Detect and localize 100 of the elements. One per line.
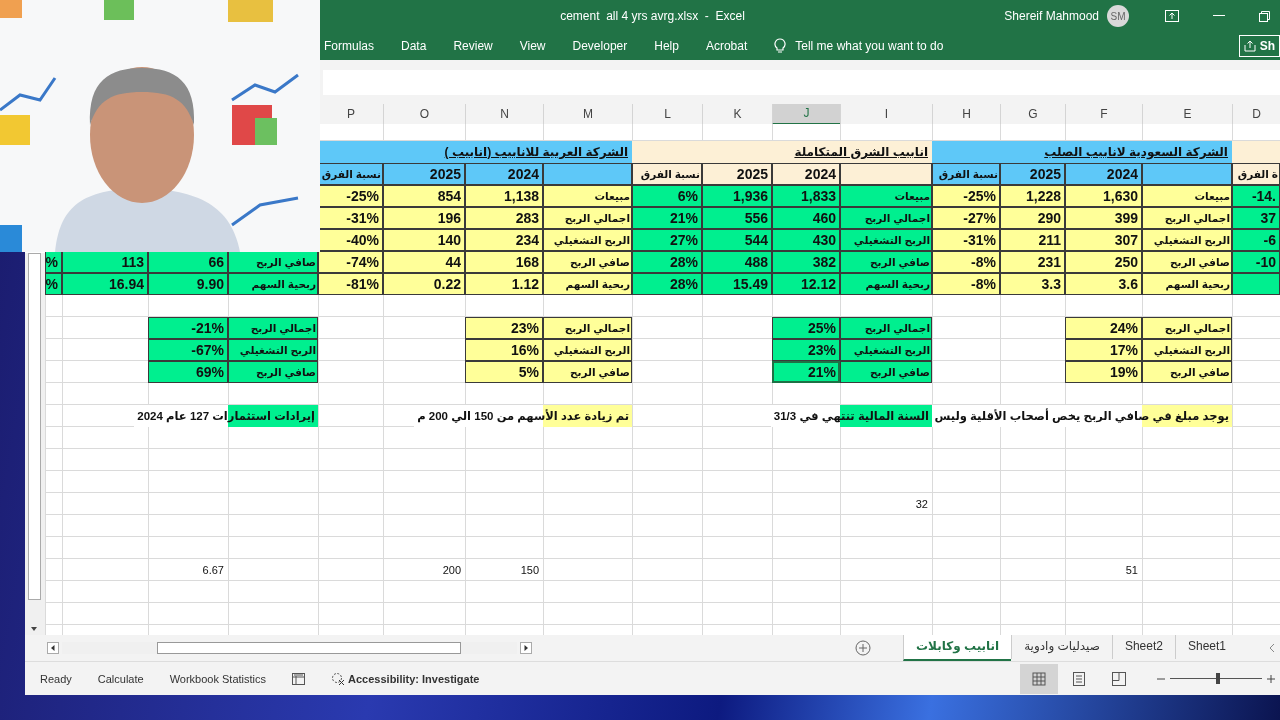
scroll-right-icon[interactable] bbox=[520, 642, 532, 655]
table-cell: 250 bbox=[1065, 250, 1142, 273]
table-cell-text: 32 bbox=[914, 496, 929, 512]
table-cell: 231 bbox=[1000, 250, 1065, 273]
ribbon-tab[interactable]: Data bbox=[401, 39, 427, 54]
user-avatar[interactable]: SM bbox=[1107, 5, 1129, 28]
workbook-statistics-button[interactable]: Workbook Statistics bbox=[169, 672, 267, 685]
minimize-icon[interactable] bbox=[1213, 15, 1225, 18]
add-sheet-icon[interactable] bbox=[855, 640, 871, 657]
table-cell: 44 bbox=[383, 250, 465, 273]
table-cell: مبيعات bbox=[840, 184, 932, 207]
table-cell: ربحية السهم bbox=[1142, 272, 1232, 295]
page-layout-icon[interactable] bbox=[1072, 671, 1086, 686]
ribbon-tab[interactable]: Acrobat bbox=[705, 39, 748, 54]
table-cell: صافي الربح bbox=[543, 250, 632, 273]
table-cell: -81% bbox=[318, 272, 383, 295]
table-cell: 17% bbox=[1065, 338, 1142, 361]
table-cell: نسبة الفرق bbox=[932, 162, 1000, 185]
table-cell: 2025 bbox=[702, 162, 772, 185]
table-cell: -27% bbox=[932, 206, 1000, 229]
table-cell: اجمالي الربح bbox=[1142, 316, 1232, 339]
sheet-stats-icon[interactable] bbox=[292, 672, 306, 685]
tab-scroll-icon[interactable] bbox=[1268, 643, 1276, 654]
search-field[interactable]: Tell me what you want to do bbox=[795, 39, 996, 54]
table-cell: 2024 bbox=[465, 162, 543, 185]
vertical-scrollbar[interactable] bbox=[25, 252, 45, 636]
accessibility-status[interactable]: Accessibility: Investigate bbox=[348, 672, 480, 685]
ribbon-tab[interactable]: Developer bbox=[572, 39, 628, 54]
normal-view-icon[interactable] bbox=[1020, 663, 1058, 694]
scroll-thumb[interactable] bbox=[28, 252, 41, 600]
table-cell: 15.49 bbox=[702, 272, 772, 295]
sheet-tab[interactable]: انابيب وكابلات bbox=[903, 635, 1012, 662]
note-text: تم زيادة عدد الأسهم من 150 الي 200 م bbox=[414, 404, 632, 427]
ribbon-display-icon[interactable] bbox=[1165, 10, 1179, 23]
sheet-tab[interactable]: Sheet1 bbox=[1174, 635, 1238, 660]
scroll-left-icon[interactable] bbox=[47, 642, 59, 655]
table-cell: -21% bbox=[148, 316, 228, 339]
ribbon-tab[interactable]: View bbox=[519, 39, 546, 54]
lightbulb-icon[interactable] bbox=[774, 38, 787, 55]
slider-thumb[interactable] bbox=[1215, 673, 1220, 685]
table-cell: -8% bbox=[932, 272, 1000, 295]
table-cell: 1,936 bbox=[702, 184, 772, 207]
table-title: الشركة السعودية لانابيب الصلب bbox=[932, 140, 1232, 163]
ribbon-tab[interactable]: Review bbox=[453, 39, 493, 54]
table-cell: 168 bbox=[465, 250, 543, 273]
table-cell: صافي الربح bbox=[840, 250, 932, 273]
table-cell: -8% bbox=[932, 250, 1000, 273]
page-break-icon[interactable] bbox=[1112, 671, 1126, 686]
table-cell: 21% bbox=[632, 206, 702, 229]
table-cell: 3.6 bbox=[1065, 272, 1142, 295]
table-cell: 307 bbox=[1065, 228, 1142, 251]
note-text: يوجد مبلغ في صافي الربح يخص أصحاب الأقلية وليس bbox=[931, 404, 1232, 427]
table-cell: 1,630 bbox=[1065, 184, 1142, 207]
table-cell: نسبة الفرق bbox=[632, 162, 702, 185]
table-cell: الربح التشغيلي bbox=[228, 338, 318, 361]
user-name[interactable]: Shereif Mahmood bbox=[1004, 9, 1099, 24]
table-cell: 69% bbox=[148, 360, 228, 383]
column-header[interactable]: J bbox=[772, 103, 840, 125]
table-cell: 234 bbox=[465, 228, 543, 251]
zoom-in-icon[interactable] bbox=[1267, 674, 1275, 683]
table-cell: 24% bbox=[1065, 316, 1142, 339]
table-cell: صافي الربح bbox=[228, 360, 318, 383]
table-cell: -6 bbox=[1232, 228, 1280, 251]
table-cell: صافي الربح bbox=[1142, 360, 1232, 383]
table-cell: 460 bbox=[772, 206, 840, 229]
table-cell: 0.22 bbox=[383, 272, 465, 295]
accessibility-icon[interactable] bbox=[331, 671, 346, 686]
table-cell: -74% bbox=[318, 250, 383, 273]
table-cell: 2024 bbox=[1065, 162, 1142, 185]
table-cell: 1,833 bbox=[772, 184, 840, 207]
table-cell: 382 bbox=[772, 250, 840, 273]
table-cell: الربح التشغيلي bbox=[840, 338, 932, 361]
table-cell: صافي الربح bbox=[543, 360, 632, 383]
restore-icon[interactable] bbox=[1259, 10, 1270, 22]
table-cell: 140 bbox=[383, 228, 465, 251]
sheet-tab[interactable]: Sheet2 bbox=[1111, 635, 1175, 660]
ribbon-tab[interactable]: Help bbox=[654, 39, 679, 54]
table-cell: ة الفرق bbox=[1232, 162, 1280, 185]
table-cell-text: 200 bbox=[441, 562, 462, 578]
table-cell: -25% bbox=[932, 184, 1000, 207]
table-cell: 6% bbox=[632, 184, 702, 207]
table-cell: 16.94 bbox=[62, 272, 148, 295]
ribbon-tab[interactable]: Formulas bbox=[324, 39, 374, 54]
table-cell: 1,228 bbox=[1000, 184, 1065, 207]
table-cell: 196 bbox=[383, 206, 465, 229]
scroll-thumb[interactable] bbox=[157, 642, 461, 655]
table-cell: 28% bbox=[632, 250, 702, 273]
table-cell: -31% bbox=[932, 228, 1000, 251]
calculate-button[interactable]: Calculate bbox=[97, 672, 144, 685]
table-cell: اجمالي الربح bbox=[840, 206, 932, 229]
table-cell: 556 bbox=[702, 206, 772, 229]
status-text: Ready bbox=[40, 672, 72, 685]
table-cell: 113 bbox=[62, 250, 148, 273]
table-cell: 2025 bbox=[1000, 162, 1065, 185]
table-cell: 27% bbox=[632, 228, 702, 251]
share-button[interactable]: Sh bbox=[1238, 35, 1280, 58]
table-cell: ربحية السهم bbox=[228, 272, 318, 295]
table-cell: 1.12 bbox=[465, 272, 543, 295]
table-title: انابيب الشرق المتكاملة bbox=[632, 140, 932, 163]
table-cell: 23% bbox=[465, 316, 543, 339]
